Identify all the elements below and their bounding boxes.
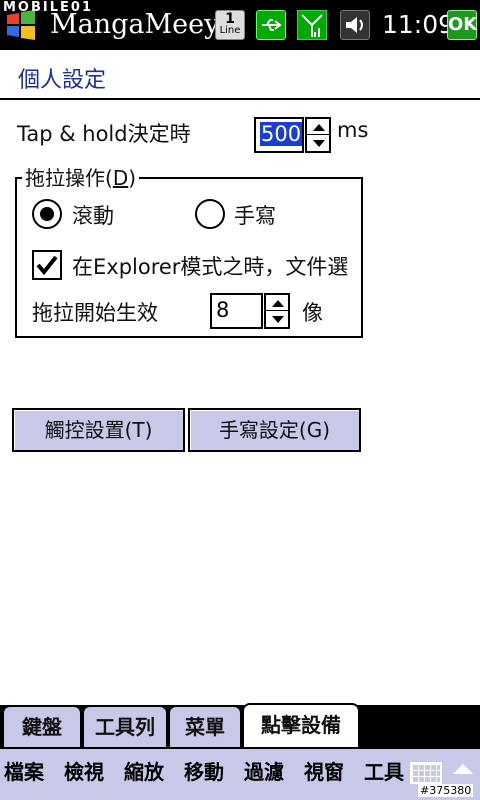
arrow-up-icon bbox=[272, 300, 284, 307]
drag-start-unit: 像 bbox=[302, 301, 323, 325]
touch-settings-button[interactable]: 觸控設置(T) bbox=[12, 408, 185, 452]
tab-keyboard[interactable]: 鍵盤 bbox=[2, 705, 82, 747]
ok-button[interactable]: OK bbox=[447, 10, 477, 40]
line-label: Line bbox=[219, 25, 241, 36]
tap-hold-label: Tap & hold決定時 bbox=[17, 122, 191, 146]
menu-view[interactable]: 檢視 bbox=[64, 756, 104, 785]
handwrite-settings-button[interactable]: 手寫設定(G) bbox=[188, 408, 361, 452]
arrow-down-icon bbox=[272, 316, 284, 323]
title-divider bbox=[0, 98, 480, 100]
usb-icon[interactable] bbox=[256, 10, 286, 40]
drag-start-value: 8 bbox=[216, 298, 230, 322]
volume-icon[interactable] bbox=[340, 10, 370, 40]
sip-arrow-up-icon[interactable] bbox=[453, 764, 473, 774]
page-title: 個人設定 bbox=[18, 68, 107, 93]
tap-hold-up-button[interactable] bbox=[307, 119, 329, 135]
line-notification-icon[interactable]: 1 Line bbox=[215, 10, 245, 40]
tab-toolbar[interactable]: 工具列 bbox=[82, 705, 168, 747]
checkmark-icon bbox=[36, 255, 58, 276]
tab-pointing-device[interactable]: 點擊設備 bbox=[242, 703, 360, 747]
tap-hold-unit: ms bbox=[337, 118, 369, 142]
image-id-label: #375380 bbox=[418, 784, 474, 797]
drag-start-stepper[interactable] bbox=[264, 293, 290, 329]
tab-menu[interactable]: 菜單 bbox=[168, 705, 242, 747]
signal-icon[interactable] bbox=[296, 9, 328, 41]
radio-scroll[interactable] bbox=[32, 199, 62, 229]
drag-start-up-button[interactable] bbox=[266, 295, 288, 311]
menu-window[interactable]: 視窗 bbox=[304, 756, 344, 785]
tap-hold-value: 500 bbox=[260, 122, 303, 146]
radio-handwrite[interactable] bbox=[195, 199, 225, 229]
arrow-up-icon bbox=[313, 124, 325, 131]
drag-start-down-button[interactable] bbox=[266, 311, 288, 327]
drag-start-input[interactable]: 8 bbox=[210, 293, 263, 329]
radio-handwrite-label[interactable]: 手寫 bbox=[234, 200, 276, 230]
tap-hold-input[interactable]: 500 bbox=[254, 117, 304, 153]
arrow-down-icon bbox=[313, 140, 325, 147]
menu-file[interactable]: 檔案 bbox=[4, 756, 44, 785]
drag-start-label: 拖拉開始生效 bbox=[32, 301, 158, 325]
menu-filter[interactable]: 過濾 bbox=[244, 756, 284, 785]
menu-move[interactable]: 移動 bbox=[184, 756, 224, 785]
menu-zoom[interactable]: 縮放 bbox=[124, 756, 164, 785]
tap-hold-down-button[interactable] bbox=[307, 135, 329, 151]
explorer-mode-label[interactable]: 在Explorer模式之時，文件選 bbox=[72, 251, 354, 281]
radio-scroll-label[interactable]: 滾動 bbox=[72, 200, 114, 230]
radio-selected-dot bbox=[40, 207, 54, 221]
menu-tools[interactable]: 工具 bbox=[364, 756, 404, 785]
keyboard-icon[interactable] bbox=[410, 762, 442, 784]
line-count: 1 bbox=[225, 11, 235, 27]
explorer-mode-checkbox[interactable] bbox=[32, 250, 62, 280]
clock: 11:09 bbox=[382, 10, 455, 39]
drag-operation-group-title: 拖拉操作(D) bbox=[22, 162, 140, 191]
tap-hold-stepper[interactable] bbox=[305, 117, 331, 153]
